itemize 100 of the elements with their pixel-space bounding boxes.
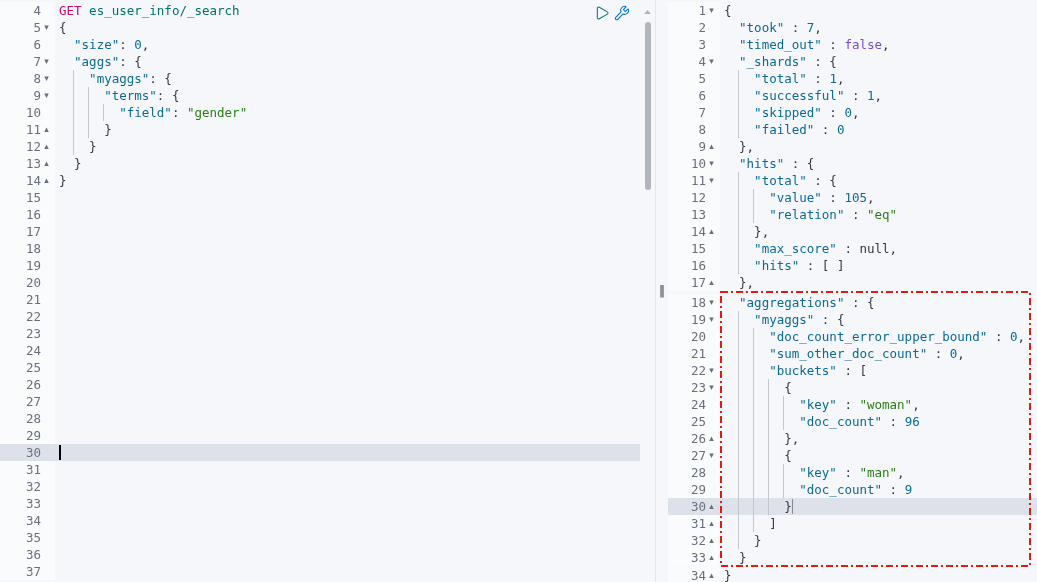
fold-toggle[interactable]: ▴	[44, 121, 49, 138]
code-line: {	[724, 2, 732, 19]
line-number: 33	[690, 549, 706, 566]
line-number: 12	[25, 138, 41, 155]
code-line: "doc_count" : 9	[798, 481, 913, 498]
fold-toggle[interactable]: ▾	[44, 87, 49, 104]
fold-toggle[interactable]: ▴	[709, 498, 714, 515]
line-number: 37	[25, 563, 41, 580]
line-number: 9	[33, 87, 41, 104]
scrollbar-thumb[interactable]	[645, 22, 651, 190]
code-line: "value" : 105,	[768, 189, 875, 206]
code-line: }	[59, 172, 67, 189]
fold-toggle[interactable]: ▾	[44, 19, 49, 36]
fold-toggle[interactable]: ▴	[44, 138, 49, 155]
line-number: 23	[25, 325, 41, 342]
line-number: 14	[25, 172, 41, 189]
line-number: 17	[25, 223, 41, 240]
fold-toggle[interactable]: ▾	[44, 70, 49, 87]
line-number: 27	[690, 447, 706, 464]
fold-toggle[interactable]: ▴	[44, 155, 49, 172]
fold-toggle[interactable]: ▴	[709, 515, 714, 532]
fold-toggle[interactable]: ▴	[709, 430, 714, 447]
fold-toggle[interactable]: ▾	[709, 172, 714, 189]
line-number: 5	[33, 19, 41, 36]
fold-toggle[interactable]: ▴	[709, 567, 714, 582]
code-line: "total" : {	[753, 172, 837, 189]
line-number: 1	[698, 2, 706, 19]
line-number: 21	[690, 345, 706, 362]
code-line: "hits" : {	[738, 155, 815, 172]
line-number: 19	[25, 257, 41, 274]
fold-toggle[interactable]: ▾	[709, 311, 714, 328]
code-line: }	[724, 567, 732, 582]
line-number: 14	[690, 223, 706, 240]
line-number: 29	[25, 427, 41, 444]
line-number: 22	[690, 362, 706, 379]
code-line: {	[783, 447, 792, 464]
wrench-button[interactable]	[614, 5, 630, 21]
fold-toggle[interactable]: ▾	[709, 379, 714, 396]
line-number: 15	[25, 189, 41, 206]
fold-toggle[interactable]: ▾	[709, 155, 714, 172]
fold-toggle[interactable]: ▴	[709, 274, 714, 291]
fold-toggle[interactable]: ▾	[709, 447, 714, 464]
line-number: 6	[33, 36, 41, 53]
fold-toggle[interactable]: ▾	[709, 294, 714, 311]
line-number: 22	[25, 308, 41, 325]
run-button[interactable]	[594, 5, 610, 21]
line-number: 33	[25, 495, 41, 512]
code-line: "size": 0,	[73, 36, 150, 53]
fold-toggle[interactable]: ▾	[709, 2, 714, 19]
line-number: 34	[25, 512, 41, 529]
line-number: 7	[698, 104, 706, 121]
line-number: 2	[698, 19, 706, 36]
code-line: }	[73, 155, 82, 172]
line-number: 31	[25, 461, 41, 478]
code-line: ]	[768, 515, 777, 532]
code-line: },	[738, 138, 755, 155]
code-line: }	[88, 138, 97, 155]
code-line: "field": "gender"	[118, 104, 248, 121]
line-number: 4	[698, 53, 706, 70]
fold-toggle[interactable]: ▴	[44, 172, 49, 189]
resize-handle[interactable]: ‖	[659, 284, 665, 298]
line-number: 17	[690, 274, 706, 291]
line-number: 26	[25, 376, 41, 393]
line-number: 16	[690, 257, 706, 274]
fold-toggle[interactable]: ▾	[44, 53, 49, 70]
line-number: 31	[690, 515, 706, 532]
line-number: 25	[25, 359, 41, 376]
fold-toggle[interactable]: ▴	[709, 223, 714, 240]
line-number: 32	[25, 478, 41, 495]
code-line: "buckets" : [	[768, 362, 867, 379]
line-number: 4	[33, 2, 41, 19]
line-number: 7	[33, 53, 41, 70]
line-number: 28	[690, 464, 706, 481]
line-number: 23	[690, 379, 706, 396]
code-line: "hits" : [ ]	[753, 257, 845, 274]
code-line: "myaggs" : {	[753, 311, 845, 328]
fold-toggle[interactable]: ▾	[709, 362, 714, 379]
fold-toggle[interactable]: ▴	[709, 138, 714, 155]
line-number: 8	[698, 121, 706, 138]
line-number: 16	[25, 206, 41, 223]
code-line: "failed" : 0	[753, 121, 845, 138]
code-line: },	[783, 430, 800, 447]
fold-toggle[interactable]: ▴	[709, 549, 714, 566]
code-line: "relation" : "eq"	[768, 206, 898, 223]
line-number: 3	[698, 36, 706, 53]
code-line: "sum_other_doc_count" : 0,	[768, 345, 965, 362]
code-line: "doc_count_error_upper_bound" : 0,	[768, 328, 1026, 345]
fold-toggle[interactable]: ▾	[709, 53, 714, 70]
code-line: "doc_count" : 96	[798, 413, 920, 430]
fold-toggle[interactable]: ▴	[709, 532, 714, 549]
code-line: "aggregations" : {	[738, 294, 875, 311]
line-number: 30	[690, 498, 706, 515]
line-number: 20	[25, 274, 41, 291]
line-number: 29	[690, 481, 706, 498]
line-number: 6	[698, 87, 706, 104]
line-number: 30	[25, 444, 41, 461]
line-number: 18	[690, 294, 706, 311]
line-number: 18	[25, 240, 41, 257]
line-number: 13	[25, 155, 41, 172]
code-line: "total" : 1,	[753, 70, 845, 87]
